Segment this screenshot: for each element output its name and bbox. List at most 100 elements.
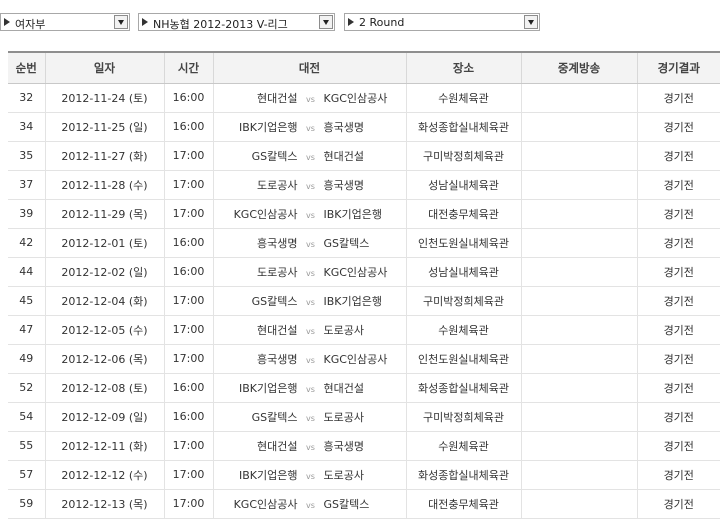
row-no: 54	[8, 402, 45, 432]
row-broadcast	[520, 286, 637, 316]
row-no: 32	[8, 83, 45, 113]
row-time: 16:00	[163, 228, 213, 258]
row-match: 현대건설 vs 도로공사	[212, 315, 406, 345]
row-result-link[interactable]: 경기전	[636, 286, 720, 316]
row-broadcast	[520, 402, 637, 432]
schedule-rows: 32 2012-11-24 (토) 16:00 현대건설 vs KGC인삼공사 수원체육관 경…	[8, 83, 720, 519]
table-row: 44 2012-12-02 (일) 16:00 도로공사 vs KGC인삼공사 성남실내체육…	[8, 257, 720, 287]
row-time: 16:00	[163, 257, 213, 287]
row-match: IBK기업은행 vs 흥국생명	[212, 112, 406, 142]
table-row: 57 2012-12-12 (수) 17:00 IBK기업은행 vs 도로공사 화성종합실내…	[8, 460, 720, 490]
round-select[interactable]: 2 Round	[344, 13, 540, 31]
row-time: 16:00	[163, 83, 213, 113]
away-team: 도로공사	[323, 410, 364, 424]
row-match: IBK기업은행 vs 현대건설	[212, 373, 406, 403]
row-result-link[interactable]: 경기전	[636, 373, 720, 403]
row-broadcast	[520, 489, 637, 519]
row-date: 2012-11-24 (토)	[44, 83, 164, 113]
row-no: 39	[8, 199, 45, 229]
header-result: 경기결과	[636, 51, 720, 84]
table-row: 55 2012-12-11 (화) 17:00 현대건설 vs 흥국생명 수원체육관 경기전	[8, 431, 720, 461]
row-result-link[interactable]: 경기전	[636, 112, 720, 142]
row-venue: 성남실내체육관	[405, 170, 521, 200]
row-result-link[interactable]: 경기전	[636, 83, 720, 113]
away-team: IBK기업은행	[323, 207, 382, 221]
row-no: 47	[8, 315, 45, 345]
row-no: 59	[8, 489, 45, 519]
row-date: 2012-11-29 (목)	[44, 199, 164, 229]
row-match: 흥국생명 vs KGC인삼공사	[212, 344, 406, 374]
play-arrow-icon	[4, 18, 10, 26]
home-team: 현대건설	[257, 439, 298, 453]
row-result-link[interactable]: 경기전	[636, 170, 720, 200]
vs-label: vs	[306, 94, 315, 104]
chevron-down-icon[interactable]	[524, 15, 538, 29]
header-no: 순번	[8, 51, 45, 84]
vs-label: vs	[306, 442, 315, 452]
row-broadcast	[520, 257, 637, 287]
row-time: 17:00	[163, 141, 213, 171]
row-result-link[interactable]: 경기전	[636, 257, 720, 287]
row-no: 42	[8, 228, 45, 258]
header-date: 일자	[44, 51, 164, 84]
row-venue: 수원체육관	[405, 431, 521, 461]
row-date: 2012-12-08 (토)	[44, 373, 164, 403]
row-venue: 대전충무체육관	[405, 199, 521, 229]
row-result-link[interactable]: 경기전	[636, 431, 720, 461]
row-date: 2012-12-13 (목)	[44, 489, 164, 519]
home-team: 도로공사	[257, 178, 298, 192]
row-result-link[interactable]: 경기전	[636, 315, 720, 345]
table-row: 35 2012-11-27 (화) 17:00 GS칼텍스 vs 현대건설 구미박정희체육관…	[8, 141, 720, 171]
row-result-link[interactable]: 경기전	[636, 402, 720, 432]
vs-label: vs	[306, 500, 315, 510]
vs-label: vs	[306, 297, 315, 307]
away-team: GS칼텍스	[323, 497, 370, 511]
vs-label: vs	[306, 181, 315, 191]
schedule-table-wrap: 순번 일자 시간 대전 장소 중계방송 경기결과 32 2012-11-24 (토…	[8, 51, 720, 519]
row-result-link[interactable]: 경기전	[636, 141, 720, 171]
league-select[interactable]: NH농협 2012-2013 V-리그	[138, 13, 335, 31]
header-venue: 장소	[405, 51, 521, 84]
row-match: 현대건설 vs 흥국생명	[212, 431, 406, 461]
row-no: 37	[8, 170, 45, 200]
table-row: 52 2012-12-08 (토) 16:00 IBK기업은행 vs 현대건설 화성종합실내…	[8, 373, 720, 403]
home-team: 흥국생명	[257, 236, 298, 250]
home-team: 현대건설	[257, 323, 298, 337]
row-result-link[interactable]: 경기전	[636, 489, 720, 519]
home-team: GS칼텍스	[251, 410, 298, 424]
row-broadcast	[520, 344, 637, 374]
row-date: 2012-12-05 (수)	[44, 315, 164, 345]
vs-label: vs	[306, 384, 315, 394]
row-venue: 구미박정희체육관	[405, 141, 521, 171]
row-venue: 성남실내체육관	[405, 257, 521, 287]
row-date: 2012-12-01 (토)	[44, 228, 164, 258]
row-result-link[interactable]: 경기전	[636, 199, 720, 229]
home-team: 흥국생명	[257, 352, 298, 366]
row-date: 2012-11-25 (일)	[44, 112, 164, 142]
row-match: 도로공사 vs 흥국생명	[212, 170, 406, 200]
row-time: 17:00	[163, 489, 213, 519]
away-team: 현대건설	[323, 381, 364, 395]
row-result-link[interactable]: 경기전	[636, 228, 720, 258]
play-arrow-icon	[142, 18, 148, 26]
row-no: 57	[8, 460, 45, 490]
row-venue: 화성종합실내체육관	[405, 460, 521, 490]
row-result-link[interactable]: 경기전	[636, 344, 720, 374]
row-match: GS칼텍스 vs 현대건설	[212, 141, 406, 171]
row-match: GS칼텍스 vs IBK기업은행	[212, 286, 406, 316]
row-time: 16:00	[163, 373, 213, 403]
vs-label: vs	[306, 210, 315, 220]
row-result-link[interactable]: 경기전	[636, 460, 720, 490]
chevron-down-icon[interactable]	[114, 15, 128, 29]
vs-label: vs	[306, 152, 315, 162]
away-team: GS칼텍스	[323, 236, 370, 250]
chevron-down-icon[interactable]	[319, 15, 333, 29]
row-date: 2012-12-09 (일)	[44, 402, 164, 432]
gender-select[interactable]: 여자부	[0, 13, 130, 31]
away-team: 흥국생명	[323, 178, 364, 192]
row-time: 17:00	[163, 431, 213, 461]
row-time: 17:00	[163, 286, 213, 316]
home-team: KGC인삼공사	[233, 207, 298, 221]
row-broadcast	[520, 199, 637, 229]
row-no: 35	[8, 141, 45, 171]
